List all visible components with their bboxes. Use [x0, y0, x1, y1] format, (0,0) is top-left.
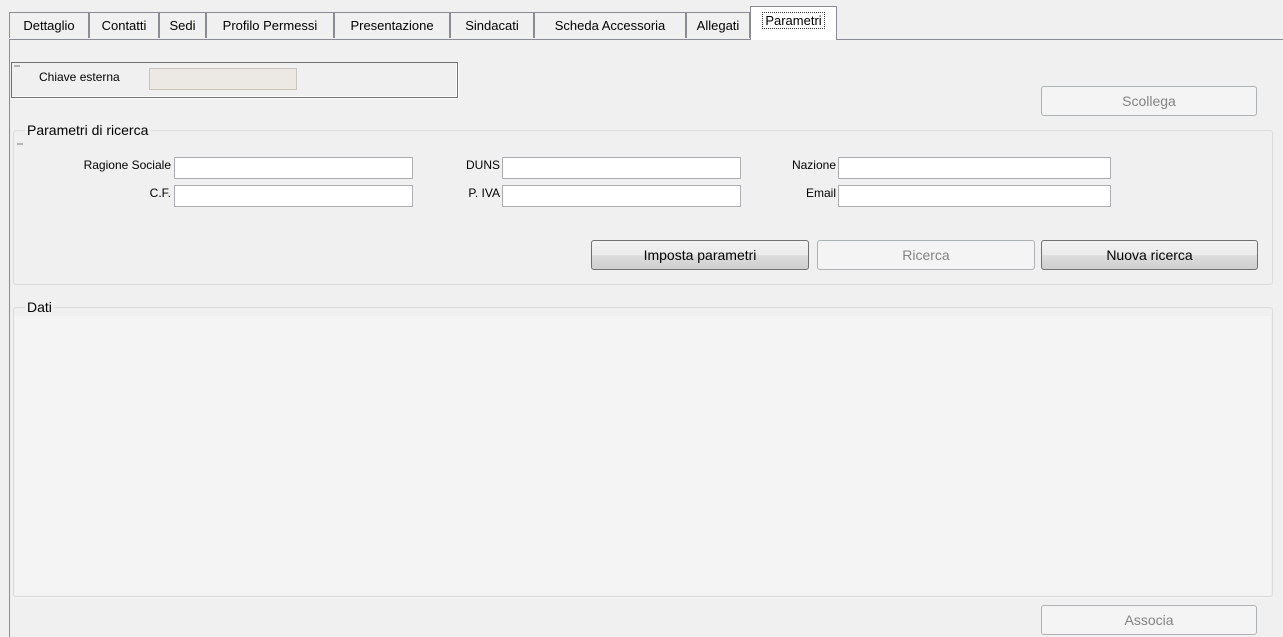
tab-label: Profilo Permessi	[222, 18, 318, 33]
ragione-sociale-label: Ragione Sociale	[83, 158, 171, 172]
tab-divider	[9, 39, 1283, 40]
dati-group	[13, 307, 1273, 597]
tab-label: Allegati	[696, 18, 740, 33]
imposta-parametri-button[interactable]: Imposta parametri	[591, 240, 809, 270]
duns-field[interactable]	[502, 157, 741, 179]
tab-scheda-accessoria[interactable]: Scheda Accessoria	[534, 12, 686, 38]
piva-field[interactable]	[502, 185, 741, 207]
tab-sedi[interactable]: Sedi	[159, 12, 206, 38]
cf-label: C.F.	[149, 186, 171, 200]
ragione-sociale-field[interactable]	[174, 157, 413, 179]
panel-left-border	[9, 39, 10, 637]
search-params-group: Ragione Sociale DUNS Nazione C.F. P. IVA…	[13, 130, 1273, 285]
chiave-esterna-panel: Chiave esterna	[11, 62, 458, 98]
scollega-button[interactable]: Scollega	[1041, 86, 1257, 116]
panel-grip	[14, 65, 20, 67]
tab-parametri[interactable]: Parametri	[750, 6, 837, 40]
tab-allegati[interactable]: Allegati	[686, 12, 750, 38]
duns-label: DUNS	[465, 158, 500, 172]
email-field[interactable]	[838, 185, 1111, 207]
ricerca-button[interactable]: Ricerca	[817, 240, 1035, 270]
piva-label: P. IVA	[468, 186, 500, 200]
search-params-title: Parametri di ricerca	[25, 122, 151, 138]
tab-label: Scheda Accessoria	[554, 18, 666, 33]
nuova-ricerca-button[interactable]: Nuova ricerca	[1041, 240, 1258, 270]
dati-content-area	[15, 316, 1271, 595]
chiave-esterna-field[interactable]	[149, 68, 297, 90]
tab-contatti[interactable]: Contatti	[89, 12, 159, 38]
dati-title: Dati	[25, 299, 54, 315]
chiave-esterna-label: Chiave esterna	[39, 70, 120, 84]
tab-dettaglio[interactable]: Dettaglio	[9, 12, 89, 38]
tab-profilo-permessi[interactable]: Profilo Permessi	[206, 12, 334, 38]
associa-button[interactable]: Associa	[1041, 605, 1257, 635]
tab-label: Dettaglio	[23, 18, 75, 33]
tab-label: Sindacati	[465, 18, 519, 33]
tab-sindacati[interactable]: Sindacati	[450, 12, 534, 38]
tab-label: Parametri	[762, 12, 825, 29]
email-label: Email	[805, 186, 836, 200]
tab-label: Contatti	[101, 18, 147, 33]
cf-field[interactable]	[174, 185, 413, 207]
nazione-field[interactable]	[838, 157, 1111, 179]
tab-label: Sedi	[169, 18, 196, 33]
tab-label: Presentazione	[350, 18, 434, 33]
tab-presentazione[interactable]: Presentazione	[334, 12, 450, 38]
group-grip	[17, 143, 23, 145]
nazione-label: Nazione	[791, 158, 836, 172]
